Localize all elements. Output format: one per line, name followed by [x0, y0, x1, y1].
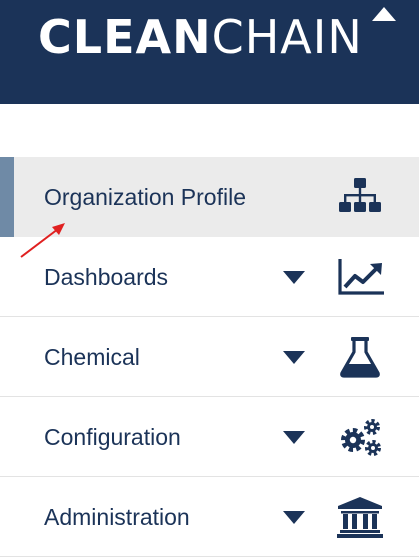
app-header: CLEANCHAIN: [0, 0, 419, 104]
nav-item-label: Chemical: [44, 344, 140, 370]
cleanchain-logo[interactable]: CLEANCHAIN: [38, 12, 363, 62]
nav-item-label: Organization Profile: [44, 184, 246, 210]
chevron-down-icon[interactable]: [283, 431, 305, 444]
chevron-down-icon[interactable]: [283, 271, 305, 284]
collapse-caret-up-icon[interactable]: [372, 7, 396, 21]
annotation-arrow-icon: [18, 215, 70, 261]
chevron-down-icon[interactable]: [283, 351, 305, 364]
nav-item-label: Administration: [44, 504, 190, 530]
bank-icon: [334, 495, 386, 539]
line-chart-icon: [334, 255, 386, 299]
nav-item-label: Configuration: [44, 424, 181, 450]
gears-icon: [334, 415, 386, 459]
active-indicator: [0, 157, 14, 237]
flask-icon: [334, 335, 386, 379]
nav-item-chemical[interactable]: Chemical: [0, 317, 419, 397]
org-chart-icon: [334, 175, 386, 219]
chevron-down-icon[interactable]: [283, 511, 305, 524]
nav-item-administration[interactable]: Administration: [0, 477, 419, 557]
logo-bold-text: CLEAN: [38, 10, 212, 64]
logo-light-text: CHAIN: [211, 10, 363, 64]
nav-item-configuration[interactable]: Configuration: [0, 397, 419, 477]
